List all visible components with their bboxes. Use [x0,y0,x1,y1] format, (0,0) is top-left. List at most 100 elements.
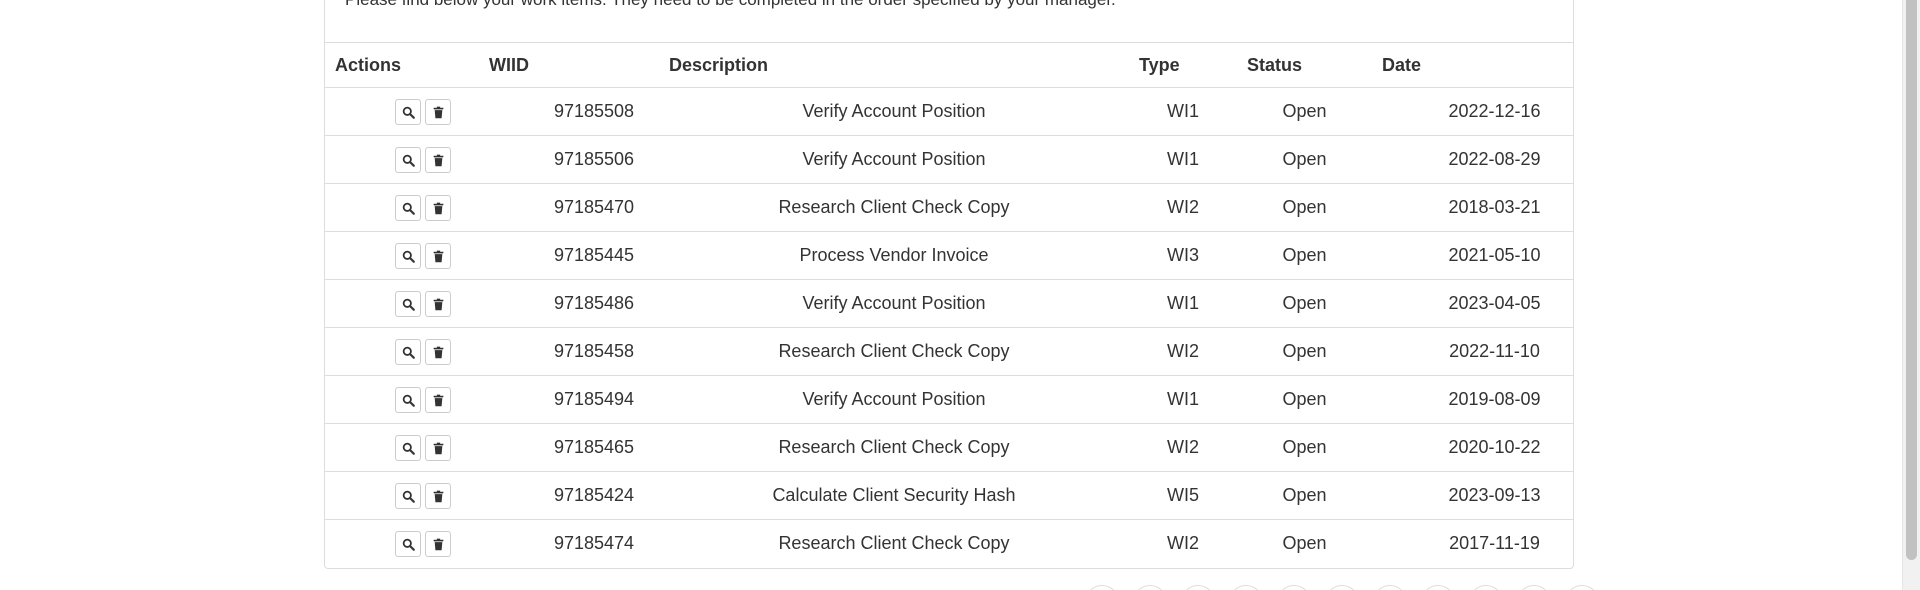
cell-wiid: 97185486 [479,279,659,328]
view-button[interactable] [394,242,421,269]
cell-description: Verify Account Position [659,135,1129,184]
view-button[interactable] [394,290,421,317]
table-row: 97185474 Research Client Check Copy WI2 Ope… [325,520,1573,568]
view-button[interactable] [394,530,421,557]
table-row: 97185486 Verify Account Position WI1 Open 20… [325,279,1573,328]
vertical-scrollbar[interactable] [1902,0,1920,590]
row-actions [325,520,479,568]
header-wiid: WIID [479,42,659,88]
delete-button[interactable] [424,338,451,365]
page-button[interactable] [1469,585,1503,590]
delete-button[interactable] [424,194,451,221]
intro-text: Please find below your work items. They … [345,0,1116,10]
cell-description: Verify Account Position [659,375,1129,424]
row-actions [325,471,479,520]
cell-type: WI2 [1129,327,1237,376]
row-actions [325,375,479,424]
cell-status: Open [1237,375,1372,424]
cell-description: Research Client Check Copy [659,423,1129,472]
header-actions: Actions [325,42,479,88]
view-button[interactable] [394,482,421,509]
header-description: Description [659,42,1129,88]
cell-status: Open [1237,423,1372,472]
cell-description: Process Vendor Invoice [659,231,1129,280]
delete-button[interactable] [424,434,451,461]
delete-button[interactable] [424,530,451,557]
cell-wiid: 97185474 [553,533,635,554]
delete-button[interactable] [424,242,451,269]
cell-status: Open [1237,279,1372,328]
cell-type: WI5 [1129,471,1237,520]
header-type: Type [1129,42,1237,88]
cell-status: Open [1237,231,1372,280]
cell-status: Open [1237,135,1372,184]
cell-status: Open [1237,87,1372,136]
cell-date: 2018-03-21 [1372,183,1573,232]
view-button[interactable] [394,338,421,365]
row-actions [325,183,479,232]
cell-description: Verify Account Position [659,279,1129,328]
delete-button[interactable] [424,482,451,509]
view-button[interactable] [394,194,421,221]
cell-type: WI1 [1129,375,1237,424]
table-row: 97185465 Research Client Check Copy WI2 Ope… [325,423,1573,472]
row-actions [325,423,479,472]
page-button[interactable] [1517,585,1551,590]
cell-status: Open [1237,327,1372,376]
delete-button[interactable] [424,146,451,173]
cell-wiid: 97185506 [479,135,659,184]
row-actions [325,279,479,328]
table-row: 97185470 Research Client Check Copy WI2 Ope… [325,183,1573,232]
cell-wiid: 97185424 [479,471,659,520]
work-items-table: Actions WIID Description Type Status Dat… [325,42,1573,568]
page: Please find below your work items. They … [0,0,1920,590]
cell-type: WI2 [1129,183,1237,232]
cell-description: Research Client Check Copy [659,183,1129,232]
cell-wiid: 97185508 [479,87,659,136]
cell-wiid: 97185470 [479,183,659,232]
page-button[interactable] [1325,585,1359,590]
cell-type: WI1 [1129,279,1237,328]
page-button[interactable] [1133,585,1167,590]
cell-wiid: 97185465 [479,423,659,472]
view-button[interactable] [394,386,421,413]
cell-date: 2019-08-09 [1372,375,1573,424]
pagination [1085,585,1599,590]
view-button[interactable] [394,98,421,125]
header-date: Date [1372,42,1573,88]
cell-description: Research Client Check Copy [659,327,1129,376]
cell-date: 2023-09-13 [1372,471,1573,520]
table-header-row: Actions WIID Description Type Status Dat… [325,42,1573,88]
page-button[interactable] [1085,585,1119,590]
cell-status: Open [1282,533,1327,554]
cell-description: Research Client Check Copy [778,533,1010,554]
row-actions [325,327,479,376]
cell-date: 2021-05-10 [1372,231,1573,280]
cell-date: 2022-12-16 [1372,87,1573,136]
cell-date: 2023-04-05 [1372,279,1573,328]
scrollbar-thumb[interactable] [1906,0,1917,560]
table-row: 97185506 Verify Account Position WI1 Open 20… [325,135,1573,184]
table-row: 97185445 Process Vendor Invoice WI3 Open 202… [325,231,1573,280]
row-actions [325,231,479,280]
page-button[interactable] [1229,585,1263,590]
cell-status: Open [1237,471,1372,520]
delete-button[interactable] [424,98,451,125]
cell-type: WI1 [1129,135,1237,184]
page-button[interactable] [1565,585,1599,590]
cell-type: WI3 [1129,231,1237,280]
cell-date: 2017-11-19 [1449,533,1540,554]
view-button[interactable] [394,146,421,173]
table-row: 97185494 Verify Account Position WI1 Open 20… [325,375,1573,424]
page-button[interactable] [1373,585,1407,590]
row-actions [325,135,479,184]
view-button[interactable] [394,434,421,461]
work-items-panel: Please find below your work items. They … [324,0,1574,569]
page-button[interactable] [1421,585,1455,590]
page-button[interactable] [1277,585,1311,590]
delete-button[interactable] [424,290,451,317]
table-row: 97185424 Calculate Client Security Hash WI… [325,471,1573,520]
delete-button[interactable] [424,386,451,413]
cell-status: Open [1237,183,1372,232]
page-button[interactable] [1181,585,1215,590]
